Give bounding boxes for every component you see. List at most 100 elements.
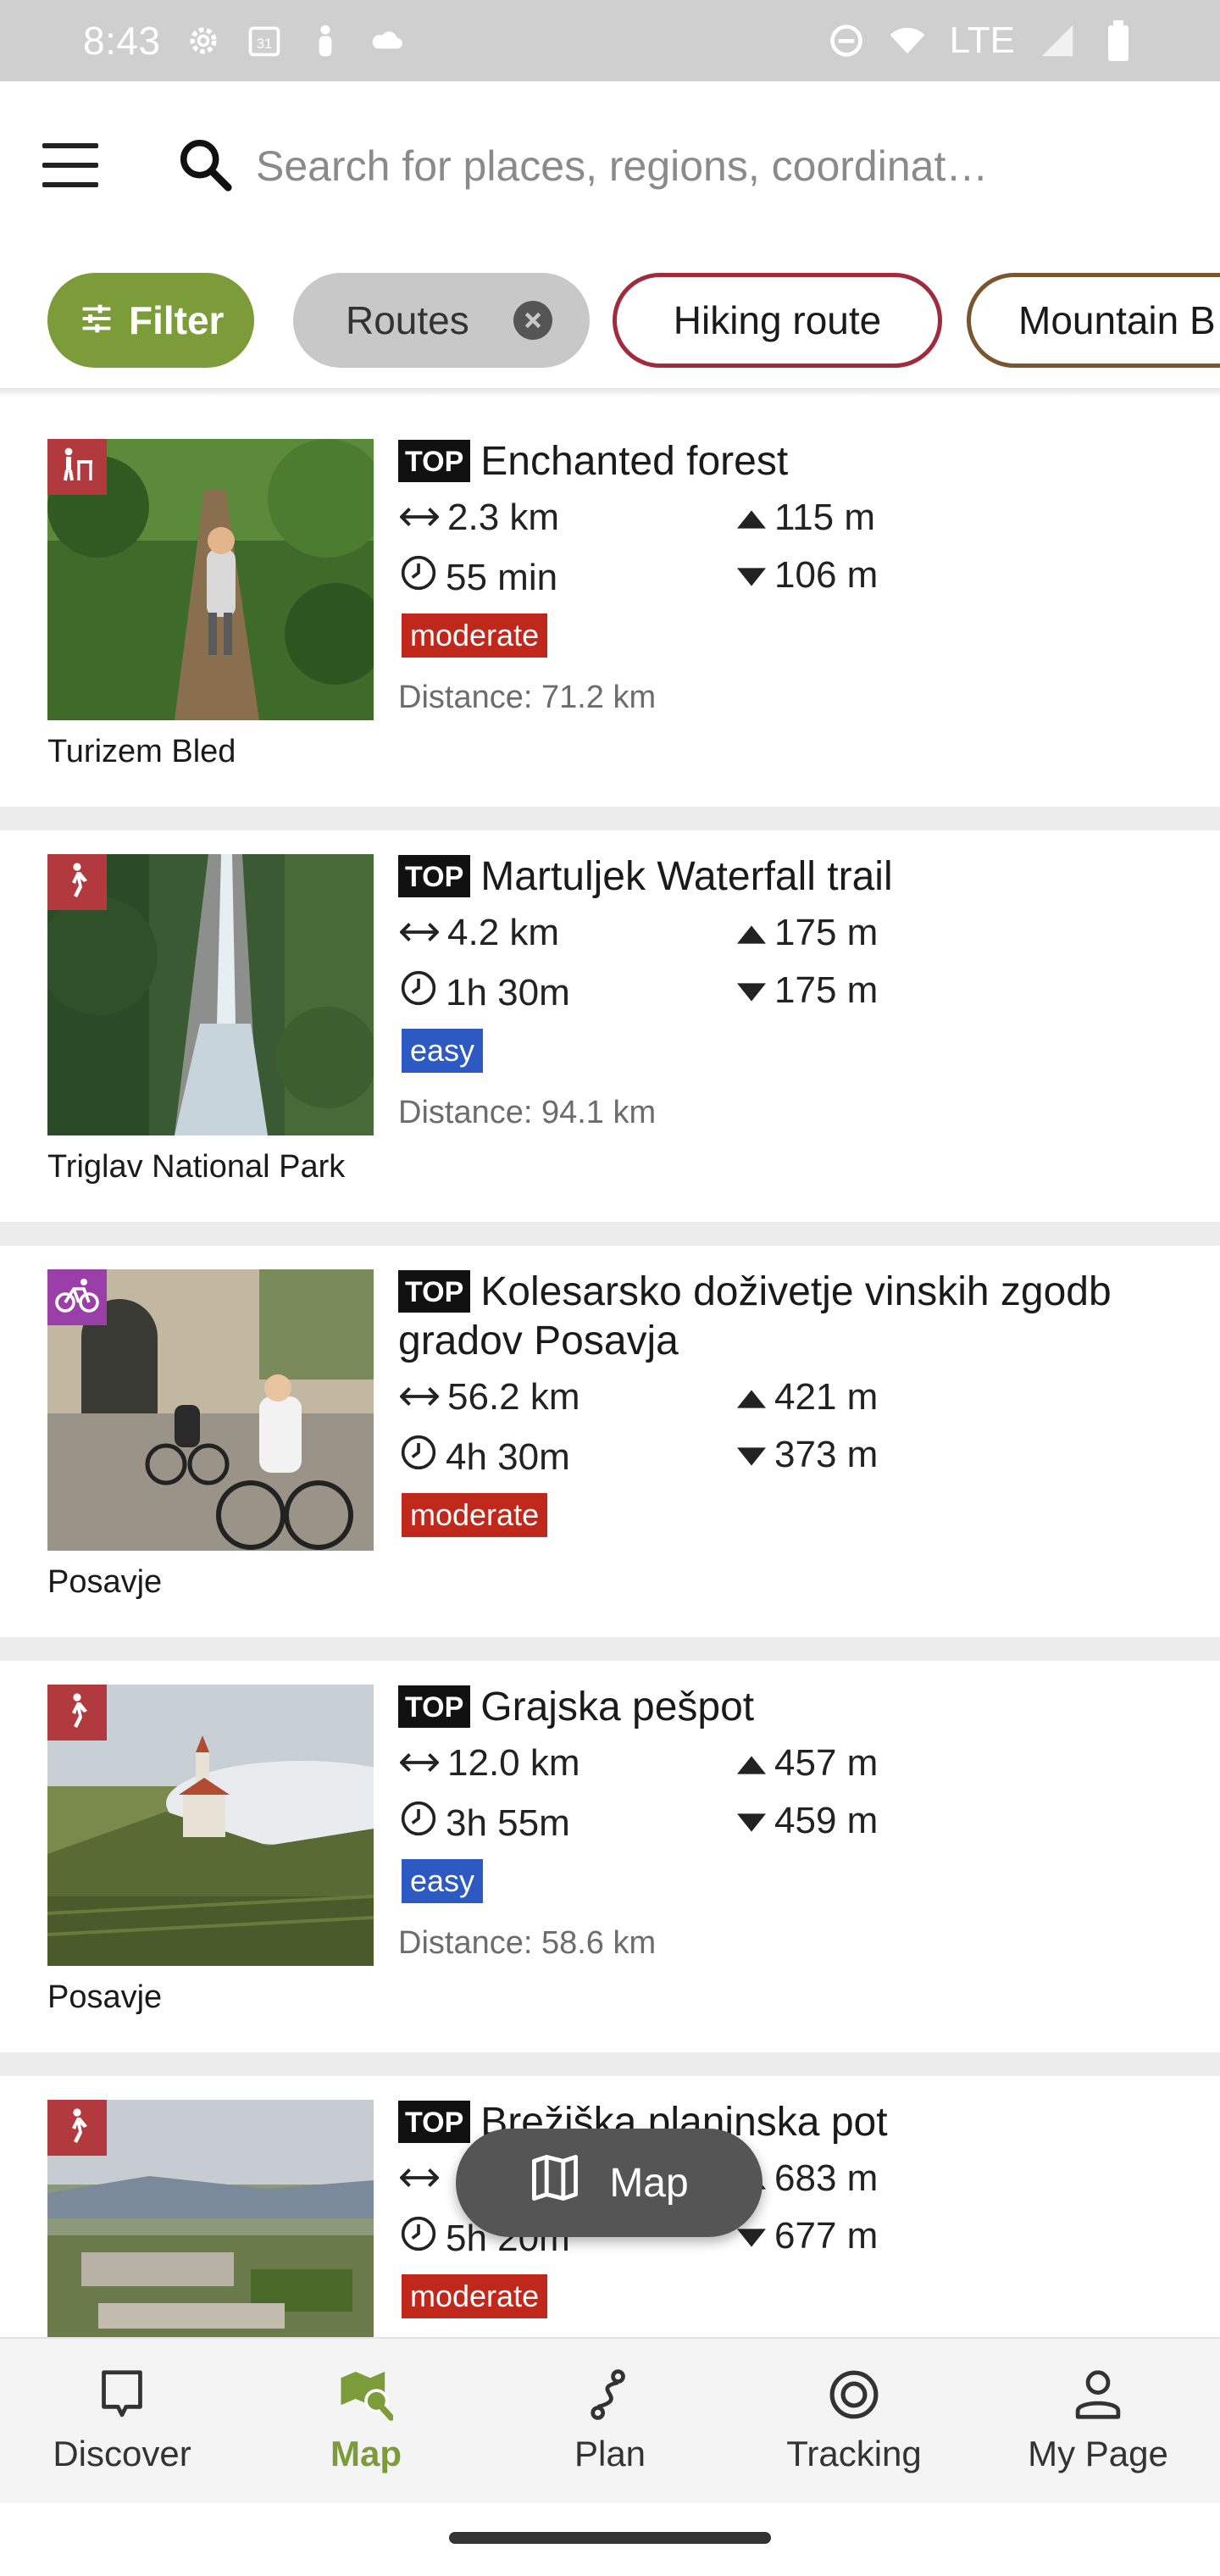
length-arrows-icon (399, 497, 440, 539)
ascent-triangle-icon (737, 1742, 766, 1785)
filter-button[interactable]: Filter (47, 273, 254, 368)
route-length: 2.3 km (399, 497, 560, 539)
chip-routes-label: Routes (346, 298, 469, 342)
ascent-value: 683 m (774, 2157, 879, 2199)
route-type-badge (47, 439, 107, 495)
route-length: 56.2 km (399, 1376, 580, 1418)
route-title: TOP Grajska pešpot (398, 1683, 1161, 1732)
settings-gear-icon (185, 22, 222, 59)
map-view-button[interactable]: Map (456, 2129, 762, 2237)
route-descent: 175 m (737, 969, 878, 1012)
length-value: 12.0 km (447, 1742, 580, 1784)
nav-discover-label: Discover (53, 2434, 191, 2473)
route-descent: 459 m (737, 1800, 878, 1842)
nav-discover[interactable]: Discover (0, 2339, 244, 2503)
wifi-icon (889, 22, 926, 59)
ascent-value: 421 m (774, 1376, 879, 1418)
route-type-badge (47, 1269, 107, 1325)
hiking-with-kids-icon (57, 445, 97, 490)
nav-plan[interactable]: Plan (488, 2339, 732, 2503)
duration-value: 55 min (446, 556, 558, 598)
calendar-icon: 31 (246, 22, 283, 59)
length-arrows-icon (399, 2157, 440, 2200)
route-title: TOP Martuljek Waterfall trail (398, 852, 1161, 902)
nav-plan-label: Plan (574, 2434, 646, 2473)
difficulty-badge: easy (402, 1859, 484, 1903)
clock-icon (400, 554, 437, 601)
user-profile-icon (1071, 2368, 1125, 2422)
calendar-day: 31 (256, 36, 271, 52)
clock-icon (400, 1800, 437, 1846)
signal-icon (1039, 22, 1076, 59)
search-icon (176, 136, 236, 195)
list-divider (0, 1637, 1220, 1661)
network-type: LTE (949, 19, 1015, 61)
descent-triangle-icon (737, 554, 766, 597)
clock-icon (400, 2215, 437, 2262)
route-title-text: Enchanted forest (480, 439, 789, 484)
clock-icon (400, 1434, 437, 1480)
ascent-value: 115 m (774, 497, 876, 538)
ascent-value: 457 m (774, 1742, 879, 1784)
map-fold-icon (530, 2155, 580, 2211)
route-descent: 373 m (737, 1434, 878, 1476)
route-length: 12.0 km (399, 1742, 580, 1785)
route-title: TOP Enchanted forest (398, 437, 1161, 486)
close-icon[interactable] (513, 301, 552, 340)
route-distance: Distance: 58.6 km (398, 1925, 657, 1961)
nav-my-page[interactable]: My Page (976, 2339, 1220, 2503)
nav-tracking[interactable]: Tracking (732, 2339, 976, 2503)
route-card[interactable]: TOP Grajska pešpot 12.0 km 457 m 3h 55m 4… (0, 1661, 1220, 2052)
route-descent: 106 m (737, 554, 878, 597)
map-button-label: Map (609, 2160, 689, 2206)
cloud-icon (368, 22, 405, 59)
gesture-navigation-bar[interactable] (449, 2532, 771, 2544)
length-arrows-icon (399, 1376, 440, 1418)
status-time: 8:43 (83, 19, 161, 63)
route-duration: 55 min (400, 554, 557, 601)
descent-value: 677 m (774, 2215, 879, 2257)
battery-icon (1100, 20, 1137, 61)
sliders-icon (80, 297, 114, 343)
route-card[interactable]: TOP Enchanted forest 2.3 km 115 m 55 min … (0, 415, 1220, 807)
filter-label: Filter (129, 298, 225, 342)
descent-value: 175 m (774, 969, 879, 1011)
descent-triangle-icon (737, 969, 766, 1012)
top-badge: TOP (398, 1270, 471, 1313)
route-card[interactable]: TOP Kolesarsko doživetje vinskih zgodb gr… (0, 1246, 1220, 1637)
discover-speech-bubble-icon (95, 2368, 149, 2422)
route-card[interactable]: TOP Martuljek Waterfall trail 4.2 km 175 … (0, 830, 1220, 1222)
person-icon (307, 22, 344, 59)
length-value: 2.3 km (447, 497, 560, 538)
route-title-text: Martuljek Waterfall trail (480, 854, 893, 899)
top-badge: TOP (398, 2101, 471, 2143)
route-descent: 677 m (737, 2215, 878, 2257)
route-source: Triglav National Park (47, 1149, 346, 1185)
hamburger-menu-icon[interactable] (42, 143, 98, 187)
chip-routes[interactable]: Routes (293, 273, 590, 368)
route-duration: 1h 30m (400, 969, 570, 1016)
length-value: 56.2 km (447, 1376, 580, 1418)
route-ascent: 115 m (737, 497, 875, 539)
route-type-badge (47, 854, 107, 910)
route-distance: Distance: 71.2 km (398, 680, 657, 715)
search-input[interactable] (256, 132, 1188, 200)
duration-value: 1h 30m (446, 971, 570, 1013)
chip-mtb-label: Mountain B (1018, 298, 1216, 342)
ascent-triangle-icon (737, 497, 766, 539)
tracking-target-icon (827, 2368, 881, 2422)
top-badge: TOP (398, 440, 471, 482)
ascent-value: 175 m (774, 912, 879, 953)
chip-mountain-biking[interactable]: Mountain B (967, 273, 1220, 368)
route-ascent: 175 m (737, 912, 878, 954)
bicycle-icon (55, 1275, 99, 1320)
route-title-text: Kolesarsko doživetje vinskih zgodb grado… (398, 1269, 1112, 1363)
descent-value: 459 m (774, 1800, 879, 1841)
length-arrows-icon (399, 1742, 440, 1785)
chip-hiking-route[interactable]: Hiking route (613, 273, 942, 368)
do-not-disturb-icon (828, 22, 865, 59)
ascent-triangle-icon (737, 1376, 766, 1418)
chip-hiking-label: Hiking route (673, 298, 882, 342)
difficulty-badge: moderate (402, 1493, 548, 1537)
nav-map[interactable]: Map (244, 2339, 488, 2503)
